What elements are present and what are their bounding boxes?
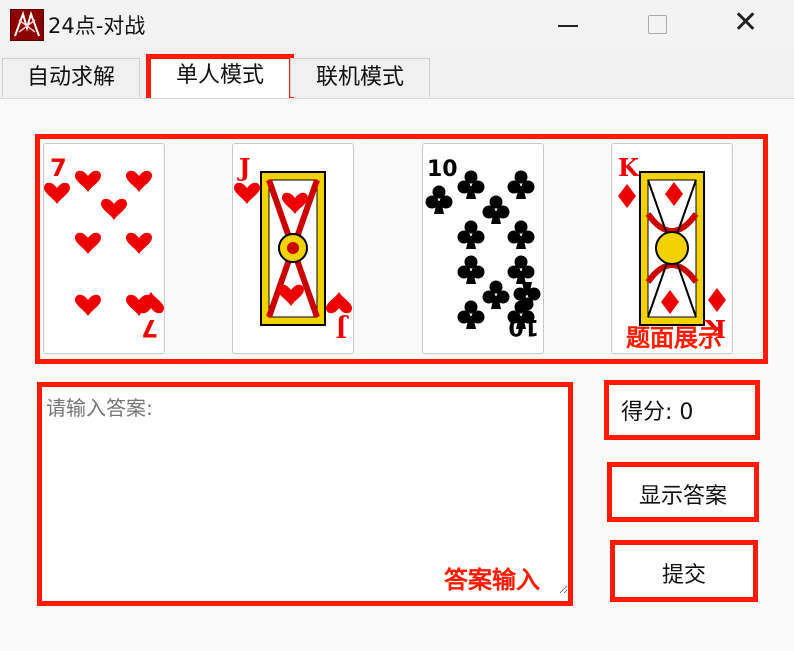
card-rank: J: [237, 153, 250, 182]
answer-area-label: 答案输入: [444, 566, 540, 594]
playing-card-j-hearts: J J: [232, 143, 354, 354]
playing-card-10-clubs: 10 10: [422, 143, 544, 354]
card-rank: 10: [427, 157, 458, 182]
tab-auto-solve[interactable]: 自动求解: [2, 58, 140, 97]
window-title: 24点-对战: [48, 14, 146, 38]
app-icon: [10, 9, 44, 41]
tab-online-mode[interactable]: 联机模式: [290, 58, 430, 97]
cards-area-label: 题面展示: [626, 324, 722, 352]
close-icon: ✕: [733, 5, 759, 40]
submit-label: 提交: [661, 563, 706, 588]
score-display: 得分: 0: [621, 400, 694, 425]
card-rank-inverted: 10: [508, 314, 539, 339]
minimize-icon: [558, 25, 578, 27]
minimize-button[interactable]: [548, 8, 588, 42]
maximize-icon: [648, 15, 667, 34]
title-bar: 24点-对战 ✕: [0, 0, 794, 48]
card-rank: 7: [50, 154, 67, 182]
close-button[interactable]: ✕: [728, 5, 768, 42]
card-rank-inverted: 7: [141, 314, 158, 342]
show-answer-label: 显示答案: [638, 484, 727, 509]
tab-bar: 自动求解 单人模式 联机模式: [0, 52, 794, 106]
maximize-button[interactable]: [638, 8, 678, 42]
playing-card-7-hearts: 7 7: [43, 143, 165, 354]
card-rank: K: [618, 153, 640, 182]
card-rank-inverted: J: [336, 314, 349, 343]
